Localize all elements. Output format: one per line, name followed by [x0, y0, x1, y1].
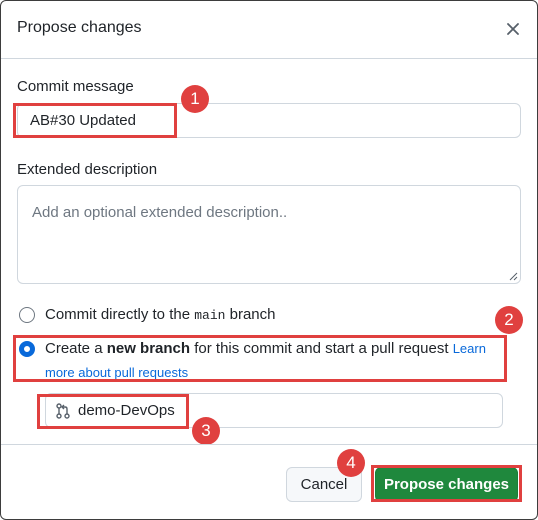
annotation-badge-1: 1 — [181, 85, 209, 113]
annotation-badge-2: 2 — [495, 306, 523, 334]
main-branch-code: main — [194, 308, 226, 323]
close-icon[interactable] — [499, 15, 527, 43]
commit-directly-suffix: branch — [225, 306, 276, 323]
propose-changes-dialog: Propose changes Commit message AB#30 Upd… — [0, 0, 538, 520]
commit-directly-radio[interactable] — [19, 307, 35, 323]
annotation-box-1 — [13, 103, 177, 138]
dialog-header: Propose changes — [1, 1, 537, 59]
resize-handle-icon[interactable] — [508, 271, 518, 281]
extended-description-placeholder: Add an optional extended description.. — [32, 204, 288, 221]
extended-description-textarea[interactable]: Add an optional extended description.. — [17, 185, 521, 284]
commit-message-label: Commit message — [17, 78, 134, 95]
annotation-badge-4: 4 — [337, 449, 365, 477]
annotation-badge-3: 3 — [192, 417, 220, 445]
extended-description-label: Extended description — [17, 161, 158, 178]
annotation-box-2 — [13, 335, 507, 382]
dialog-footer: Cancel Propose changes 4 — [1, 444, 537, 519]
annotation-box-3 — [37, 394, 189, 429]
commit-directly-option[interactable]: Commit directly to the main branch — [45, 306, 275, 323]
annotation-box-4 — [371, 465, 522, 502]
commit-directly-prefix: Commit directly to the — [45, 306, 195, 323]
dialog-title: Propose changes — [17, 19, 142, 36]
